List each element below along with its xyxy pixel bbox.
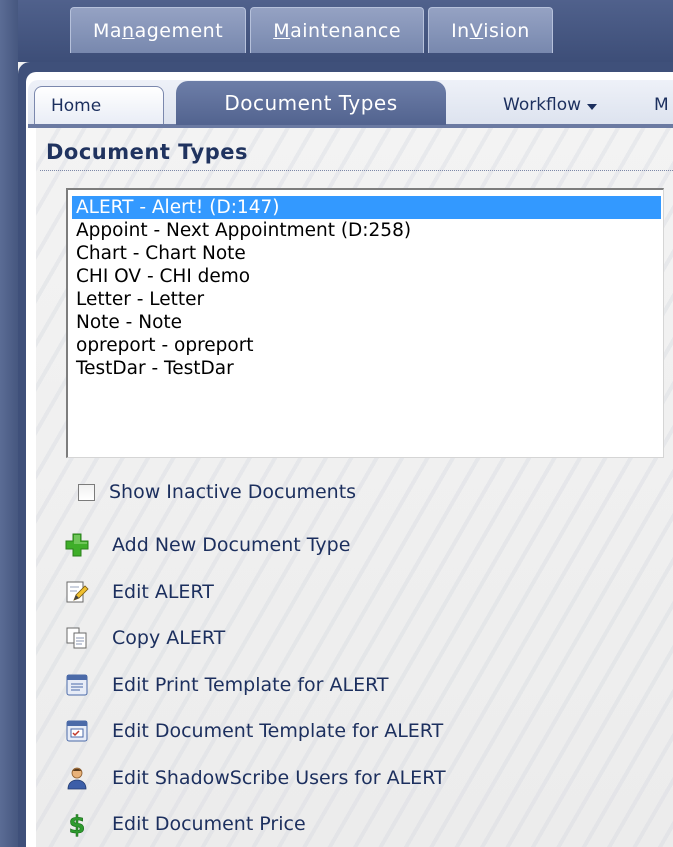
tab-label: ision [483, 19, 530, 42]
show-inactive-row[interactable]: Show Inactive Documents [78, 478, 356, 506]
edit-alert-link[interactable]: Edit ALERT [64, 569, 654, 616]
top-nav-bar: Ma n agement Maintenance In Vision [0, 0, 673, 62]
edit-print-template-link[interactable]: Edit Print Template for ALERT [64, 662, 654, 709]
list-item[interactable]: Appoint - Next Appointment (D:258) [72, 219, 661, 242]
action-label: Add New Document Type [112, 534, 351, 557]
list-item[interactable]: opreport - opreport [72, 334, 661, 357]
document-template-icon [64, 718, 90, 744]
action-label: Edit ALERT [112, 580, 214, 603]
list-item[interactable]: Letter - Letter [72, 288, 661, 311]
edit-document-template-link[interactable]: Edit Document Template for ALERT [64, 708, 654, 755]
user-icon [64, 765, 90, 791]
show-inactive-checkbox[interactable] [78, 483, 95, 501]
print-template-icon [64, 672, 90, 698]
tab-invision[interactable]: In Vision [428, 7, 553, 53]
list-item[interactable]: CHI OV - CHI demo [72, 265, 661, 288]
tab-label: aintenance [290, 19, 402, 42]
add-document-type-link[interactable]: Add New Document Type [64, 522, 654, 569]
action-label: Edit ShadowScribe Users for ALERT [112, 766, 446, 789]
tab-workflow-label: Workflow [503, 95, 582, 115]
list-item[interactable]: Chart - Chart Note [72, 242, 661, 265]
page-tab-bar: Home Document Types Workflow M [28, 80, 673, 128]
page-title: Document Types [46, 140, 248, 164]
tab-document-types[interactable]: Document Types [176, 81, 446, 125]
copy-alert-link[interactable]: Copy ALERT [64, 615, 654, 662]
tab-accesskey: M [273, 19, 291, 42]
left-bevel [0, 0, 18, 847]
edit-document-price-link[interactable]: $ Edit Document Price [64, 801, 654, 847]
tab-label: In [451, 19, 470, 42]
action-label: Edit Document Price [112, 813, 306, 836]
list-item[interactable]: TestDar - TestDar [72, 357, 661, 380]
action-label: Copy ALERT [112, 627, 226, 650]
tab-management[interactable]: Ma n agement [70, 7, 247, 53]
action-label: Edit Document Template for ALERT [112, 720, 444, 743]
tab-label: Ma [93, 19, 123, 42]
list-item[interactable]: ALERT - Alert! (D:147) [72, 196, 661, 219]
add-icon [64, 532, 90, 558]
copy-icon [64, 625, 90, 651]
tab-more[interactable]: M [654, 90, 669, 120]
list-item[interactable]: Note - Note [72, 311, 661, 334]
title-divider [40, 170, 673, 172]
svg-text:$: $ [69, 811, 86, 837]
chevron-down-icon [587, 103, 598, 110]
dollar-icon: $ [64, 811, 90, 837]
tab-accesskey: n [122, 19, 135, 42]
action-list: Add New Document Type Edit ALERT Copy AL… [64, 522, 654, 847]
tab-workflow[interactable]: Workflow [503, 90, 598, 120]
edit-shadowscribe-users-link[interactable]: Edit ShadowScribe Users for ALERT [64, 755, 654, 802]
app-tabs: Ma n agement Maintenance In Vision [70, 7, 553, 53]
tab-home[interactable]: Home [34, 86, 164, 124]
tab-accesskey: V [469, 19, 484, 42]
document-type-list[interactable]: ALERT - Alert! (D:147) Appoint - Next App… [66, 188, 664, 458]
tab-label: agement [134, 19, 224, 42]
edit-document-icon [64, 579, 90, 605]
tab-maintenance[interactable]: Maintenance [250, 7, 425, 53]
show-inactive-label[interactable]: Show Inactive Documents [109, 481, 356, 503]
action-label: Edit Print Template for ALERT [112, 673, 389, 696]
